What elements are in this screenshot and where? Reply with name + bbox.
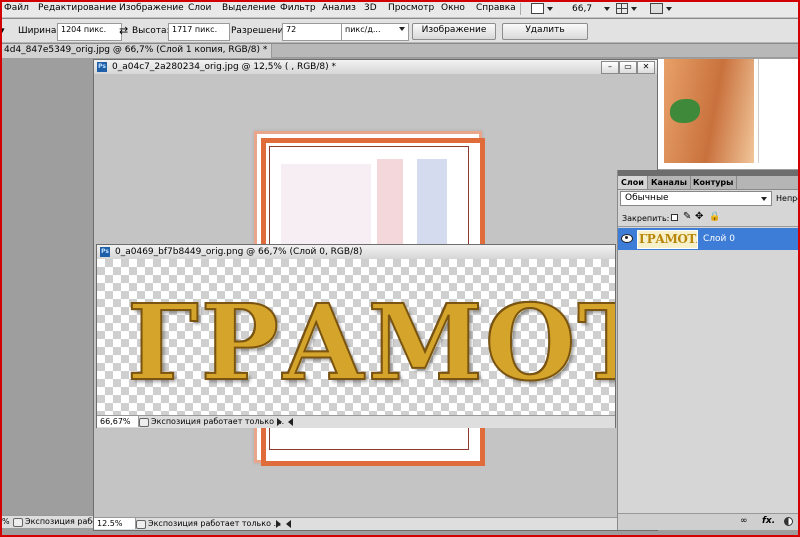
layers-panel-footer: ∞ fx. (618, 513, 800, 530)
blend-mode-select[interactable]: Обычные (620, 191, 772, 206)
arrange-dropdown[interactable] (616, 2, 637, 15)
info-icon (139, 418, 149, 427)
layer-name[interactable]: Слой 0 (703, 234, 735, 244)
layers-panel: Слои Каналы Контуры Обычные Непроз Закре… (617, 170, 800, 530)
window-1-statusbar: 12.5% Экспозиция работает только ... (94, 517, 657, 530)
blend-mode-value: Обычные (625, 193, 669, 203)
chevron-down-icon (666, 6, 672, 11)
window-2-titlebar[interactable]: Ps 0_a0469_bf7b8449_orig.png @ 66,7% (Сл… (97, 245, 615, 260)
info-icon (13, 518, 23, 527)
separator (520, 2, 521, 15)
visibility-eye-icon[interactable] (621, 234, 633, 243)
menu-3d[interactable]: 3D (364, 3, 377, 13)
chevron-down-icon (761, 197, 767, 201)
options-bar: ▾ Ширина: 1204 пикс. ⇄ Высота: 1717 пикс… (0, 19, 800, 43)
zoom-dropdown[interactable]: 66,7 (572, 2, 611, 15)
zoom-value: 66,7 (572, 3, 593, 14)
swap-icon[interactable]: ⇄ (119, 24, 128, 37)
document-window-2[interactable]: Ps 0_a0469_bf7b8449_orig.png @ 66,7% (Сл… (96, 244, 616, 428)
photo-leaf (670, 99, 700, 123)
arrange-icon (616, 3, 628, 14)
layer-thumbnail-text: ГРАМОТА (639, 232, 697, 246)
window-2-title: 0_a0469_bf7b8449_orig.png @ 66,7% (Слой … (115, 247, 363, 257)
height-input[interactable]: 1717 пикс. (168, 23, 230, 41)
tool-dropdown-arrow[interactable]: ▾ (0, 26, 5, 36)
scroll-left-icon[interactable] (288, 418, 293, 426)
resolution-unit-value: пикс/д... (345, 25, 381, 34)
scroll-left-icon[interactable] (286, 520, 291, 528)
menu-window[interactable]: Окно (441, 3, 465, 13)
extras-icon (650, 3, 663, 14)
photo-edge (758, 59, 759, 163)
back-window-zoom[interactable]: % (2, 517, 10, 526)
window-1-zoom[interactable]: 12.5% (94, 518, 136, 529)
menu-analysis[interactable]: Анализ (322, 3, 356, 13)
background-photo (658, 59, 800, 169)
chevron-down-icon (631, 6, 637, 11)
tab-channels[interactable]: Каналы (648, 176, 691, 189)
close-icon[interactable]: ✕ (637, 61, 655, 74)
height-label: Высота: (132, 26, 170, 36)
tab-paths[interactable]: Контуры (690, 176, 738, 189)
resolution-unit-select[interactable]: пикс/д... (341, 23, 409, 41)
opacity-label: Непроз (776, 194, 800, 203)
window-2-canvas[interactable]: ГРАМОТ (97, 259, 615, 415)
document-tab-title: 4d4_847e5349_orig.jpg @ 66,7% (Слой 1 ко… (4, 45, 268, 55)
menu-image[interactable]: Изображение (119, 3, 184, 13)
gold-title-artwork: ГРАМОТ (126, 280, 615, 405)
tab-layers[interactable]: Слои (618, 176, 648, 189)
width-label: Ширина: (18, 26, 60, 36)
document-tab-bar: 4d4_847e5349_orig.jpg @ 66,7% (Слой 1 ко… (0, 44, 800, 60)
add-mask-icon[interactable] (784, 517, 793, 526)
lock-label: Закрепить: (622, 214, 670, 223)
photoshop-icon: Ps (97, 62, 107, 72)
restore-icon[interactable]: ▭ (619, 61, 637, 74)
menu-layers[interactable]: Слои (188, 3, 211, 13)
screen-mode-icon (531, 3, 544, 14)
fx-icon[interactable]: fx. (762, 516, 775, 526)
menu-view[interactable]: Просмотр (388, 3, 434, 13)
resolution-input[interactable]: 72 (282, 23, 345, 41)
lock-brush-icon[interactable]: ✎ (683, 211, 691, 222)
front-image-button[interactable]: Изображение (412, 23, 496, 40)
layer-thumbnail: ГРАМОТА (637, 230, 698, 249)
window-2-status-text: Экспозиция работает только ... (151, 417, 285, 426)
menu-file[interactable]: Файл (4, 3, 29, 13)
menu-edit[interactable]: Редактирование (38, 3, 117, 13)
window-1-status-text: Экспозиция работает только ... (148, 519, 282, 528)
window-2-zoom[interactable]: 66,67% (97, 416, 139, 427)
menu-bar: Файл Редактирование Изображение Слои Выд… (0, 0, 800, 18)
chevron-down-icon (547, 6, 553, 11)
menu-help[interactable]: Справка (476, 3, 516, 13)
info-icon (136, 520, 146, 529)
status-menu-arrow-icon[interactable] (276, 520, 281, 528)
status-menu-arrow-icon[interactable] (277, 418, 282, 426)
extras-dropdown[interactable] (650, 2, 672, 15)
panel-tabs: Слои Каналы Контуры (618, 176, 800, 190)
menu-select[interactable]: Выделение (222, 3, 276, 13)
back-window-status: % Экспозиция работает (0, 515, 96, 528)
divider (618, 226, 800, 227)
photoshop-icon: Ps (100, 247, 110, 257)
link-layers-icon[interactable]: ∞ (740, 516, 748, 526)
window-1-title: 0_a04c7_2a280234_orig.jpg @ 12,5% ( , RG… (112, 62, 336, 72)
lock-transparency-icon[interactable] (671, 214, 678, 221)
chevron-down-icon (399, 27, 405, 31)
menu-filter[interactable]: Фильтр (280, 3, 316, 13)
minimize-icon[interactable]: – (601, 61, 619, 74)
layer-row-layer-0[interactable]: ГРАМОТА Слой 0 (618, 228, 800, 250)
back-window-status-text: Экспозиция работает (25, 517, 96, 526)
width-input[interactable]: 1204 пикс. (57, 23, 122, 41)
clear-button[interactable]: Удалить (502, 23, 588, 40)
chevron-down-icon (604, 6, 611, 11)
lock-all-icon[interactable]: 🔒 (709, 212, 720, 222)
screen-mode-dropdown[interactable] (531, 2, 553, 15)
lock-move-icon[interactable]: ✥ (695, 211, 703, 222)
window-1-titlebar[interactable]: Ps 0_a04c7_2a280234_orig.jpg @ 12,5% ( ,… (94, 60, 657, 75)
window-2-statusbar: 66,67% Экспозиция работает только ... (97, 415, 615, 428)
